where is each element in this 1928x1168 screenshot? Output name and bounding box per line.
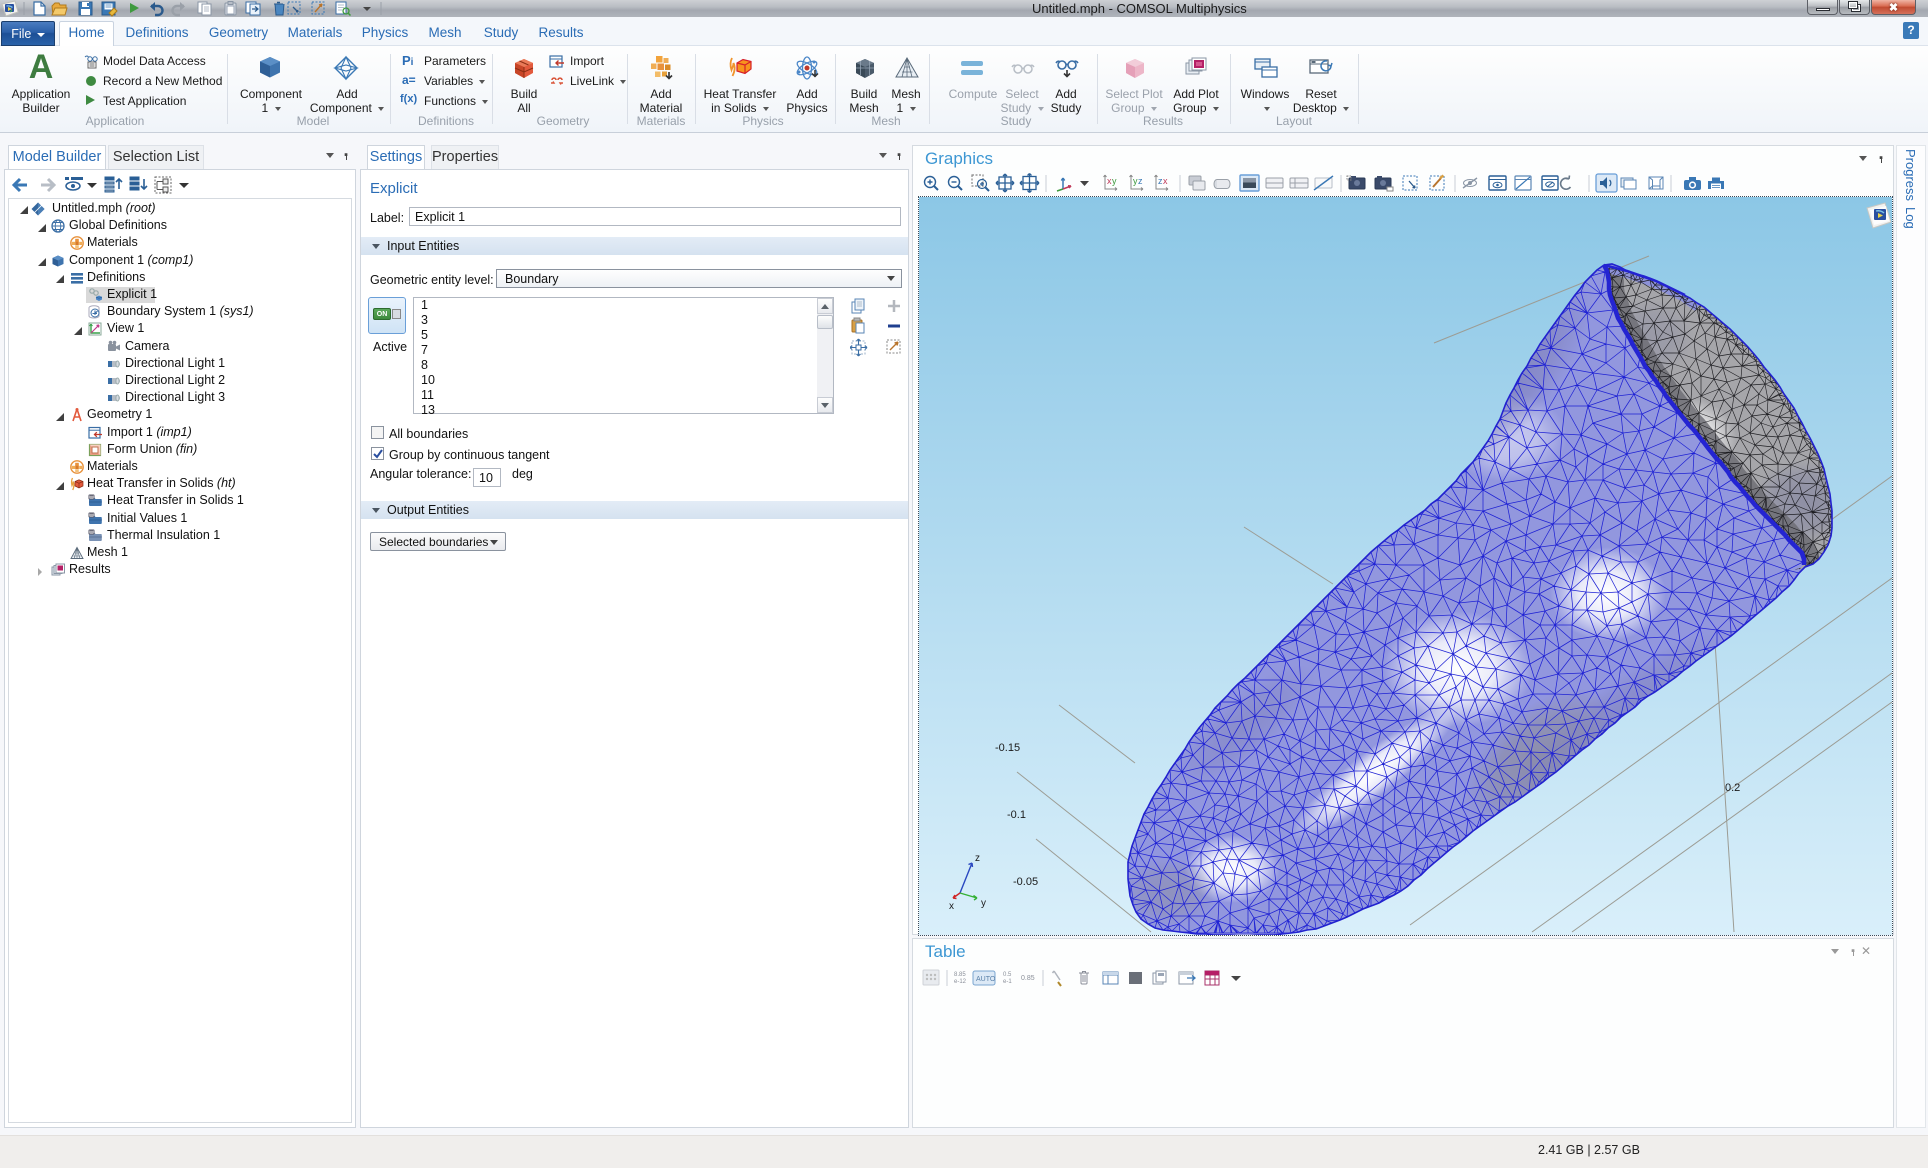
svg-text:z: z [1138, 176, 1143, 186]
svg-text:z: z [975, 853, 980, 864]
svg-text:y: y [1112, 176, 1117, 186]
svg-text:-0.15: -0.15 [995, 742, 1020, 754]
svg-text:AUTO: AUTO [976, 976, 996, 983]
svg-text:x: x [949, 901, 954, 912]
svg-text:8.85: 8.85 [954, 972, 966, 978]
svg-text:0.2: 0.2 [1725, 782, 1740, 794]
svg-text:-0.1: -0.1 [1007, 809, 1026, 821]
svg-text:x: x [1163, 176, 1168, 186]
svg-text:0.85: 0.85 [1021, 975, 1035, 982]
svg-text:e-12: e-12 [954, 979, 967, 985]
svg-text:0.5: 0.5 [1003, 972, 1012, 978]
svg-text:y: y [981, 898, 986, 909]
svg-text:e-1: e-1 [1003, 979, 1012, 985]
svg-text:-0.05: -0.05 [1013, 876, 1038, 888]
